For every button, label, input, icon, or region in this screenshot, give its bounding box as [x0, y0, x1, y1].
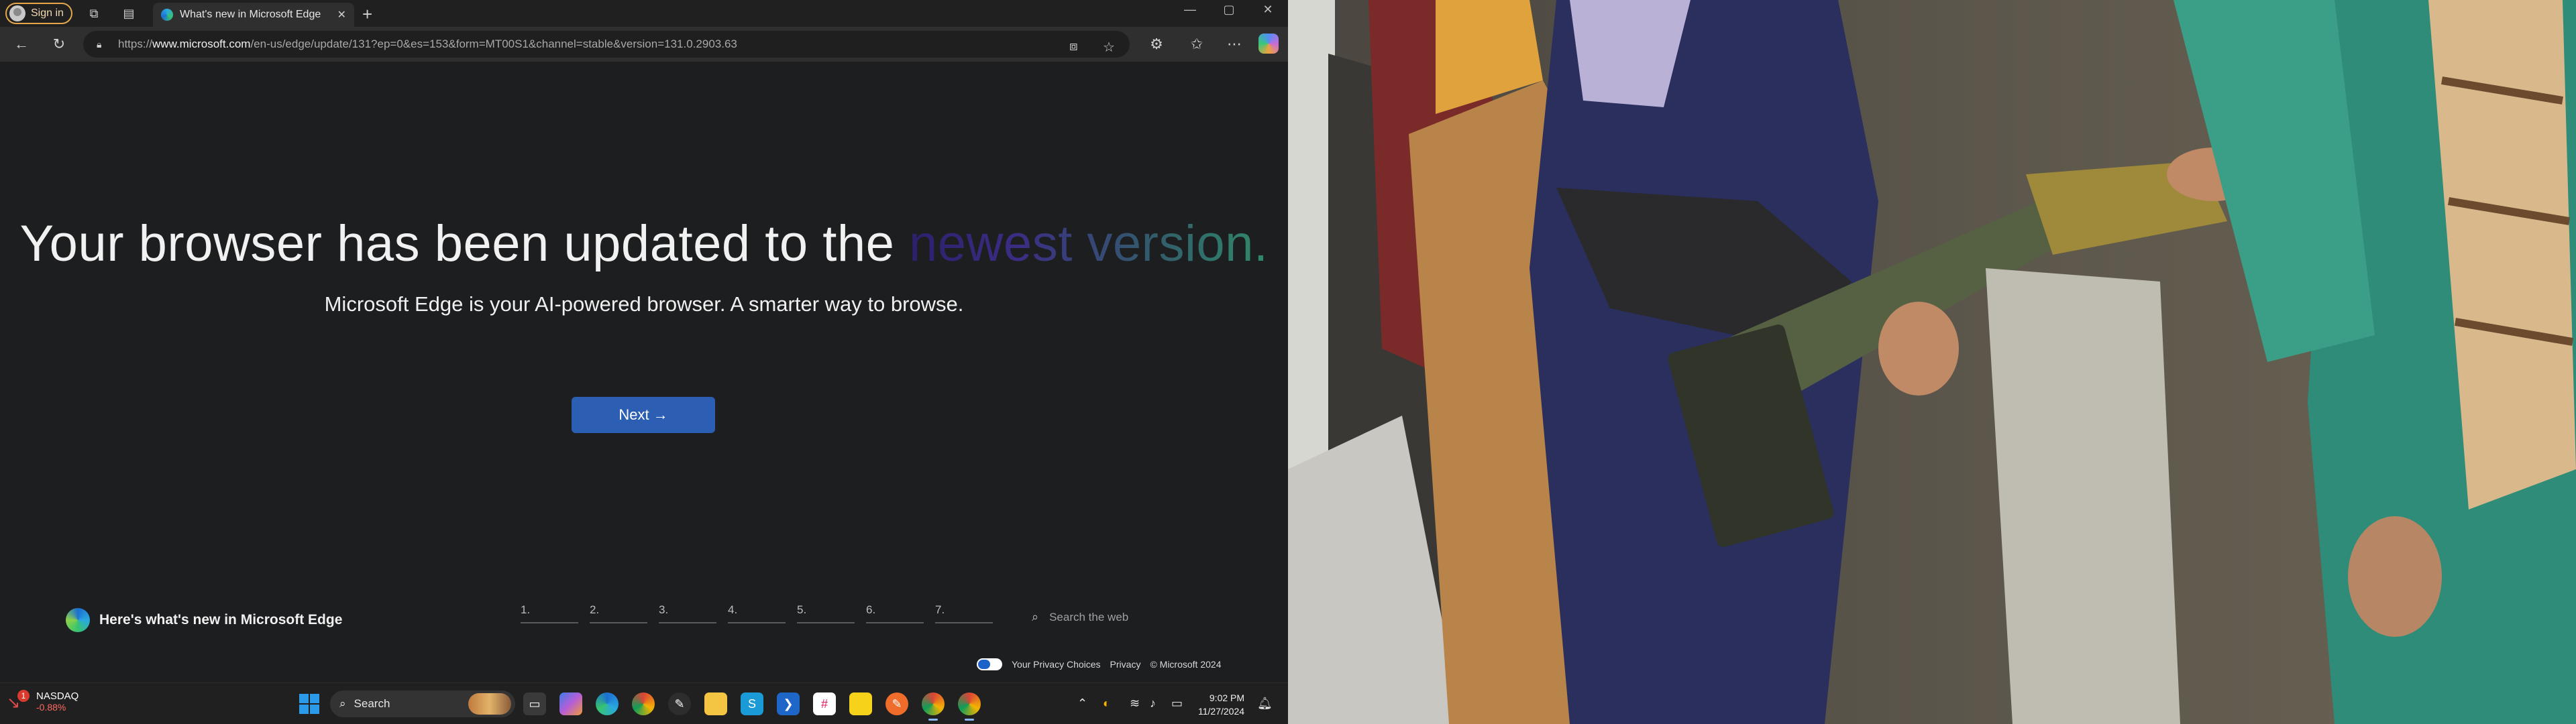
tab-whats-new[interactable]: What's new in Microsoft Edge ✕ — [153, 3, 354, 27]
toolbar: ← ↻ 🔒︎ https://www.microsoft.com/en-us/e… — [0, 27, 1288, 62]
whats-new-label: Here's what's new in Microsoft Edge — [66, 608, 342, 632]
search-icon: ⌕ — [1032, 610, 1039, 623]
search-web-box[interactable]: ⌕ Search the web — [1032, 610, 1128, 624]
sign-in-label: Sign in — [31, 7, 64, 19]
privacy-choices-link[interactable]: Your Privacy Choices — [1012, 659, 1101, 670]
step-4[interactable]: 4. — [728, 603, 786, 623]
wifi-icon[interactable]: ≋ — [1130, 697, 1140, 711]
copilot-app-icon[interactable] — [559, 692, 582, 715]
step-2[interactable]: 2. — [590, 603, 647, 623]
minimize-icon[interactable]: — — [1177, 3, 1203, 17]
edge-app-icon[interactable] — [596, 692, 619, 715]
address-bar[interactable]: 🔒︎ https://www.microsoft.com/en-us/edge/… — [83, 31, 1130, 58]
new-tab-icon[interactable]: + — [362, 4, 372, 25]
stock-widget[interactable]: ↘ 1 NASDAQ -0.88% — [7, 690, 78, 713]
taskbar-search[interactable]: ⌕ Search — [330, 690, 515, 717]
next-button[interactable]: Next → — [572, 397, 715, 433]
tab-title: What's new in Microsoft Edge — [180, 9, 321, 20]
search-icon: ⌕ — [339, 697, 346, 710]
skype-icon[interactable]: S — [741, 692, 763, 715]
title-bar: Sign in ⧉ ▤ What's new in Microsoft Edge… — [0, 0, 1288, 27]
pen-app-icon[interactable]: ✎ — [668, 692, 691, 715]
vscode-icon[interactable]: ❯ — [777, 692, 800, 715]
windows-start-icon[interactable] — [299, 694, 319, 714]
system-clock[interactable]: 9:02 PM 11/27/2024 — [1198, 691, 1244, 718]
copyright: © Microsoft 2024 — [1150, 659, 1222, 670]
chrome-app-icon[interactable] — [632, 692, 655, 715]
battery-icon[interactable]: ▭ — [1171, 697, 1183, 711]
privacy-choices-toggle-icon — [977, 658, 1002, 670]
edge-favicon-icon — [161, 9, 173, 21]
copilot-icon[interactable] — [1258, 34, 1279, 54]
step-6[interactable]: 6. — [866, 603, 924, 623]
maximize-icon[interactable]: ▢ — [1216, 3, 1242, 17]
video-scene-image — [1288, 0, 2576, 724]
close-tab-icon[interactable]: ✕ — [337, 8, 346, 21]
volume-icon[interactable]: ♪ — [1150, 697, 1156, 711]
tab-actions-icon[interactable]: ▤ — [121, 5, 137, 21]
pen-tool-icon[interactable]: ✎ — [885, 692, 908, 715]
slack-icon[interactable]: # — [813, 692, 836, 715]
file-explorer-icon[interactable] — [704, 692, 727, 715]
step-7[interactable]: 7. — [935, 603, 993, 623]
page-content: Your browser has been updated to the new… — [0, 62, 1288, 682]
video-frame — [1288, 0, 2576, 724]
chrome-profile-icon[interactable] — [958, 692, 981, 721]
step-5[interactable]: 5. — [797, 603, 855, 623]
back-icon[interactable]: ← — [12, 35, 31, 54]
page-footer: Your Privacy Choices Privacy © Microsoft… — [977, 658, 1221, 670]
step-1[interactable]: 1. — [521, 603, 578, 623]
stock-change: -0.88% — [36, 701, 66, 713]
page-subheading: Microsoft Edge is your AI-powered browse… — [324, 292, 964, 316]
page-headline: Your browser has been updated to the new… — [19, 215, 1269, 272]
browser-window: Sign in ⧉ ▤ What's new in Microsoft Edge… — [0, 0, 1288, 682]
close-window-icon[interactable]: ✕ — [1254, 3, 1281, 17]
edge-logo-icon — [66, 608, 90, 632]
workspaces-icon[interactable]: ⧉ — [86, 5, 102, 21]
chevron-up-icon[interactable]: ⌃ — [1077, 697, 1087, 711]
notification-bell-icon[interactable]: 🔔︎ — [1257, 697, 1273, 711]
lock-icon[interactable]: 🔒︎ — [97, 39, 107, 50]
taskbar: ↘ 1 NASDAQ -0.88% ⌕ Search ▭ ✎ S ❯ # ✎ ⌃… — [0, 682, 1288, 724]
refresh-icon[interactable]: ↻ — [50, 35, 68, 54]
chrome-running-icon[interactable] — [922, 692, 945, 721]
favorite-star-icon[interactable]: ☆ — [1103, 39, 1115, 56]
stock-name: NASDAQ — [36, 690, 79, 702]
security-tray-icon[interactable]: ◐ — [1103, 697, 1110, 711]
search-highlight-art — [468, 693, 511, 715]
favorites-icon[interactable]: ✩ — [1187, 35, 1206, 54]
arrow-right-icon: → — [653, 406, 668, 423]
profile-avatar-icon — [9, 5, 25, 21]
privacy-link[interactable]: Privacy — [1110, 659, 1141, 670]
stock-trend-icon: ↘ 1 — [7, 690, 30, 713]
url-text: https://www.microsoft.com/en-us/edge/upd… — [118, 38, 737, 50]
sticky-notes-icon[interactable] — [849, 692, 872, 715]
more-icon[interactable]: ⋯ — [1225, 35, 1244, 54]
task-view-icon[interactable]: ▭ — [523, 692, 546, 715]
app-available-icon[interactable]: ⧈ — [1069, 39, 1078, 54]
extensions-icon[interactable]: ⚙ — [1147, 35, 1166, 54]
step-3[interactable]: 3. — [659, 603, 716, 623]
profile-sign-in-button[interactable]: Sign in — [5, 3, 72, 24]
